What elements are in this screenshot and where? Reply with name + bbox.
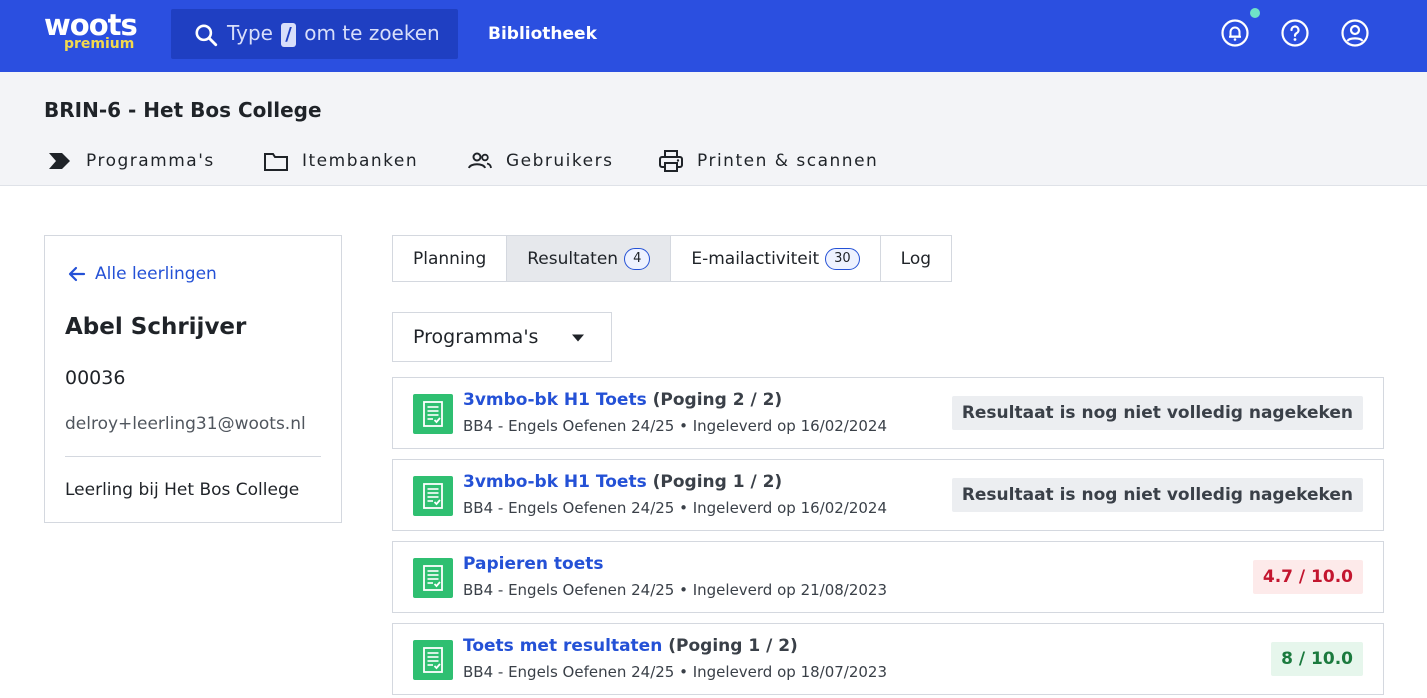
count-badge: 4 <box>624 247 651 270</box>
test-link[interactable]: Papieren toets <box>463 554 604 574</box>
result-subtitle: BB4 - Engels Oefenen 24/25 • Ingeleverd … <box>463 499 888 517</box>
account-icon[interactable] <box>1340 18 1370 48</box>
library-link[interactable]: Bibliotheek <box>488 24 597 44</box>
tab-e-mailactiviteit[interactable]: E-mailactiviteit 30 <box>671 236 881 281</box>
student-role: Leerling bij Het Bos College <box>65 480 300 500</box>
organization-title: BRIN-6 - Het Bos College <box>44 98 322 122</box>
search-placeholder: Type / om te zoeken <box>227 21 440 47</box>
logo-subtext: premium <box>64 36 135 52</box>
student-number: 00036 <box>65 367 126 389</box>
program-icon <box>49 153 70 169</box>
help-icon[interactable] <box>1280 18 1310 48</box>
test-document-icon <box>413 394 453 434</box>
result-title: Papieren toets <box>463 554 604 574</box>
nav-item-printen-scannen[interactable]: Printen & scannen <box>657 146 878 176</box>
tab-resultaten[interactable]: Resultaten 4 <box>507 236 672 281</box>
student-tabs: Planning Resultaten 4 E-mailactiviteit 3… <box>392 235 953 282</box>
nav-item-label: Programma's <box>86 151 215 171</box>
status-badge: Resultaat is nog niet volledig nagekeken <box>951 478 1363 512</box>
tab-label: E-mailactiviteit <box>691 248 820 269</box>
result-subtitle: BB4 - Engels Oefenen 24/25 • Ingeleverd … <box>463 663 888 681</box>
notification-dot <box>1250 8 1260 18</box>
result-row[interactable]: Papieren toets BB4 - Engels Oefenen 24/2… <box>392 541 1384 613</box>
result-title: 3vmbo-bk H1 Toets (Poging 1 / 2) <box>463 472 782 492</box>
nav-item-programmas[interactable]: Programma's <box>46 146 215 176</box>
student-email: delroy+leerling31@woots.nl <box>65 414 306 434</box>
tab-planning[interactable]: Planning <box>393 236 508 281</box>
nav-item-label: Itembanken <box>302 151 419 171</box>
test-document-icon <box>413 640 453 680</box>
result-row[interactable]: 3vmbo-bk H1 Toets (Poging 2 / 2) BB4 - E… <box>392 377 1384 449</box>
arrow-left-icon <box>68 266 86 282</box>
count-badge: 30 <box>825 247 860 270</box>
test-document-icon <box>413 476 453 516</box>
result-title: Toets met resultaten (Poging 1 / 2) <box>463 636 798 656</box>
back-to-students-link[interactable]: Alle leerlingen <box>67 264 217 284</box>
search-input[interactable]: Type / om te zoeken <box>171 9 458 59</box>
test-link[interactable]: Toets met resultaten <box>463 636 662 656</box>
back-link-label: Alle leerlingen <box>95 264 217 284</box>
tab-label: Resultaten <box>527 248 619 269</box>
result-title: 3vmbo-bk H1 Toets (Poging 2 / 2) <box>463 390 782 410</box>
result-row[interactable]: Toets met resultaten (Poging 1 / 2) BB4 … <box>392 623 1384 695</box>
tab-log[interactable]: Log <box>880 236 952 281</box>
caret-down-icon <box>572 334 584 342</box>
nav-item-gebruikers[interactable]: Gebruikers <box>466 146 613 176</box>
student-name: Abel Schrijver <box>65 314 247 340</box>
card-divider <box>65 456 321 457</box>
attempt-label: (Poging 1 / 2) <box>652 472 783 492</box>
dropdown-label: Programma's <box>413 326 539 348</box>
student-card: Alle leerlingen Abel Schrijver 00036 del… <box>44 235 342 523</box>
result-subtitle: BB4 - Engels Oefenen 24/25 • Ingeleverd … <box>463 581 888 599</box>
users-icon <box>468 152 492 169</box>
test-document-icon <box>413 558 453 598</box>
folder-icon <box>264 153 288 171</box>
result-row[interactable]: 3vmbo-bk H1 Toets (Poging 1 / 2) BB4 - E… <box>392 459 1384 531</box>
organization-header: BRIN-6 - Het Bos College Programma's Ite… <box>0 72 1427 186</box>
tab-label: Log <box>900 248 932 269</box>
attempt-label: (Poging 2 / 2) <box>652 390 783 410</box>
search-icon <box>195 24 218 47</box>
bell-icon[interactable] <box>1220 18 1250 48</box>
program-filter-dropdown[interactable]: Programma's <box>392 312 612 362</box>
nav-item-label: Gebruikers <box>506 151 614 171</box>
test-link[interactable]: 3vmbo-bk H1 Toets <box>463 390 647 410</box>
grade-badge: 8 / 10.0 <box>1271 642 1363 676</box>
nav-item-itembanken[interactable]: Itembanken <box>262 146 418 176</box>
woots-logo[interactable]: woots premium <box>44 8 144 56</box>
printer-icon <box>659 150 683 172</box>
status-badge: Resultaat is nog niet volledig nagekeken <box>951 396 1363 430</box>
attempt-label: (Poging 1 / 2) <box>668 636 798 656</box>
tab-label: Planning <box>413 248 487 269</box>
test-link[interactable]: 3vmbo-bk H1 Toets <box>463 472 647 492</box>
top-bar: woots premium Type / om te zoeken Biblio… <box>0 0 1427 72</box>
result-subtitle: BB4 - Engels Oefenen 24/25 • Ingeleverd … <box>463 417 888 435</box>
grade-badge: 4.7 / 10.0 <box>1252 560 1363 594</box>
search-shortcut-key: / <box>281 23 296 47</box>
nav-item-label: Printen & scannen <box>697 151 879 171</box>
